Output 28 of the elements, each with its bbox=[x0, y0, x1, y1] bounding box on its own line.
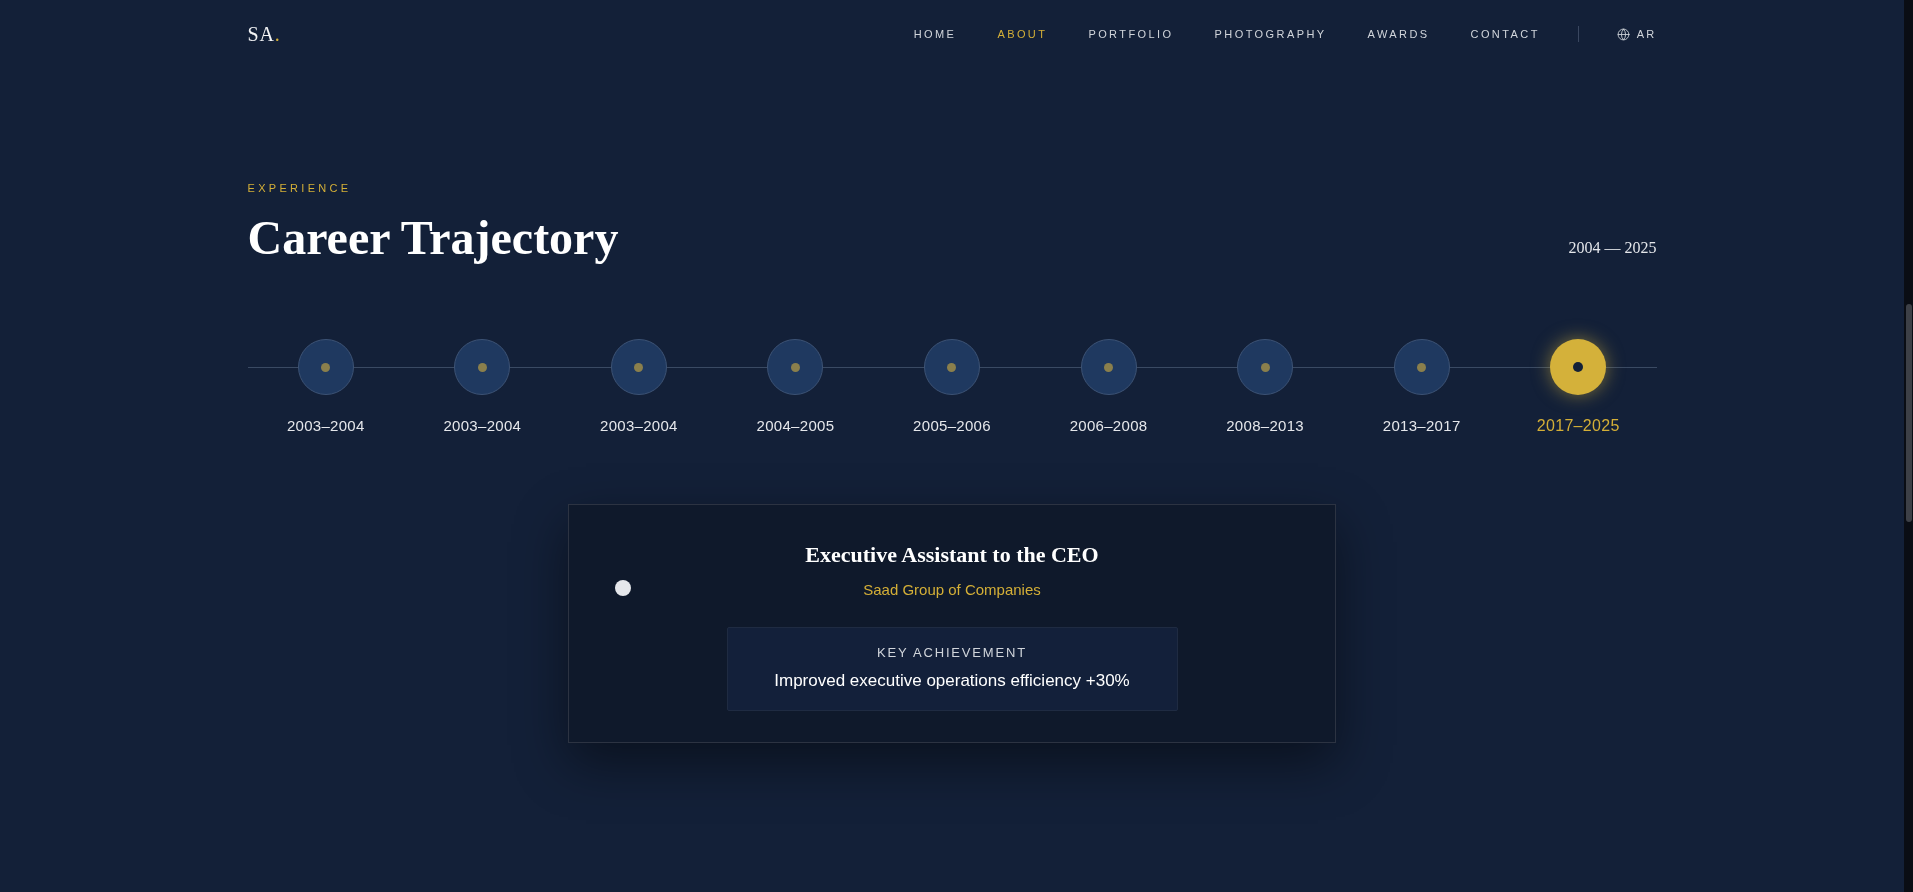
timeline-period: 2006–2008 bbox=[1069, 416, 1148, 436]
timeline-period: 2017–2025 bbox=[1536, 416, 1620, 436]
timeline-period: 2003–2004 bbox=[600, 416, 678, 436]
company-name: Saad Group of Companies bbox=[863, 580, 1041, 600]
timeline-period: 2004–2005 bbox=[756, 416, 835, 436]
timeline-node[interactable] bbox=[1550, 339, 1607, 395]
logo[interactable]: SA. bbox=[247, 19, 281, 49]
achievement-text: Improved executive operations efficiency +30% bbox=[774, 670, 1130, 692]
nav-link[interactable]: ABOUT bbox=[997, 26, 1048, 42]
nav-link[interactable]: CONTACT bbox=[1470, 26, 1540, 42]
section-title: Career Trajectory bbox=[247, 211, 619, 264]
nav-link[interactable]: PORTFOLIO bbox=[1088, 26, 1174, 42]
nav-link[interactable]: HOME bbox=[913, 26, 957, 42]
scrollbar-thumb[interactable] bbox=[1905, 304, 1912, 522]
job-title: Executive Assistant to the CEO bbox=[805, 541, 1099, 569]
timeline-period: 2005–2006 bbox=[913, 416, 991, 436]
section-eyebrow: EXPERIENCE bbox=[247, 181, 353, 196]
language-button[interactable]: AR bbox=[1616, 25, 1657, 43]
achievement-label: KEY ACHIEVEMENT bbox=[877, 644, 1027, 662]
timeline-period: 2013–2017 bbox=[1382, 416, 1461, 436]
timeline-period: 2003–2004 bbox=[443, 416, 522, 436]
nav-link[interactable]: AWARDS bbox=[1367, 26, 1430, 42]
timeline-node[interactable] bbox=[924, 339, 980, 395]
globe-icon bbox=[1616, 27, 1630, 41]
timeline-period: 2003–2004 bbox=[286, 416, 365, 436]
timeline-period: 2008–2013 bbox=[1226, 416, 1304, 436]
year-range: 2004 — 2025 bbox=[1568, 238, 1657, 258]
nav-link[interactable]: PHOTOGRAPHY bbox=[1214, 26, 1327, 42]
